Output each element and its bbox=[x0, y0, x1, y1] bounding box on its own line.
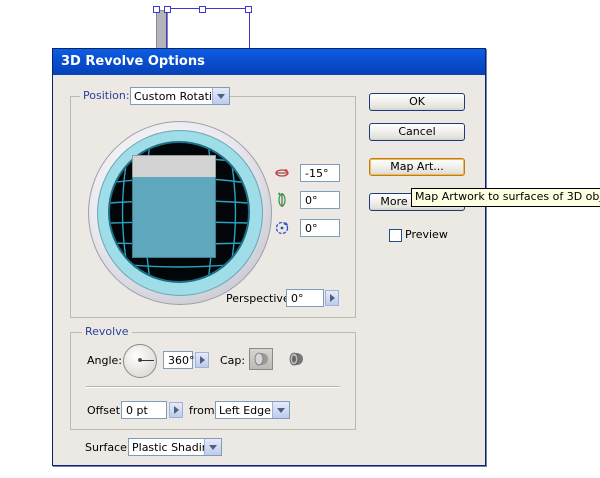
anchor-handle[interactable] bbox=[153, 6, 160, 13]
perspective-value: 0° bbox=[291, 292, 304, 305]
angle-slider-button[interactable] bbox=[195, 352, 209, 368]
perspective-field[interactable]: 0° bbox=[286, 289, 324, 307]
surface-label: Surface: bbox=[85, 441, 131, 454]
cube-top-face[interactable] bbox=[132, 155, 216, 179]
offset-from-value: Left Edge bbox=[219, 404, 271, 417]
cap-label: Cap: bbox=[220, 354, 246, 367]
rotation-x-field[interactable]: -15° bbox=[300, 164, 340, 182]
dialog-title: 3D Revolve Options bbox=[61, 54, 205, 69]
cube-front-face[interactable] bbox=[132, 177, 216, 258]
chevron-down-icon[interactable] bbox=[204, 439, 221, 455]
anchor-handle[interactable] bbox=[164, 6, 171, 13]
offset-label: Offset: bbox=[87, 404, 124, 417]
chevron-down-icon[interactable] bbox=[272, 402, 289, 418]
cancel-button[interactable]: Cancel bbox=[369, 123, 465, 141]
title-bar[interactable]: 3D Revolve Options bbox=[53, 49, 485, 75]
position-label: Position: bbox=[80, 89, 133, 102]
preview-label: Preview bbox=[405, 228, 448, 241]
rotation-z-value: 0° bbox=[305, 222, 318, 235]
offset-slider-button[interactable] bbox=[169, 402, 183, 418]
map-art-tooltip: Map Artwork to surfaces of 3D object bbox=[411, 188, 600, 207]
offset-value: 0 pt bbox=[126, 404, 148, 417]
offset-field[interactable]: 0 pt bbox=[121, 401, 167, 419]
perspective-label: Perspective: bbox=[226, 292, 294, 305]
angle-value: 360° bbox=[168, 354, 195, 367]
cap-on-icon bbox=[254, 352, 268, 366]
revolve-separator bbox=[86, 386, 340, 388]
angle-label: Angle: bbox=[87, 354, 123, 367]
rotate-z-axis-icon bbox=[275, 221, 289, 235]
map-art-button[interactable]: Map Art... bbox=[369, 158, 465, 176]
chevron-down-icon[interactable] bbox=[212, 88, 229, 104]
from-label: from bbox=[189, 404, 215, 417]
cap-on-button[interactable] bbox=[249, 348, 273, 370]
anchor-handle[interactable] bbox=[245, 6, 252, 13]
ok-button[interactable]: OK bbox=[369, 93, 465, 111]
cap-off-icon[interactable] bbox=[286, 349, 306, 369]
rotate-x-axis-icon bbox=[275, 169, 289, 177]
anchor-handle[interactable] bbox=[199, 6, 206, 13]
rotate-y-axis-icon bbox=[278, 192, 286, 207]
preview-checkbox[interactable] bbox=[389, 229, 402, 242]
position-preset-select[interactable]: Custom Rotation bbox=[130, 87, 230, 105]
surface-select[interactable]: Plastic Shading bbox=[128, 438, 222, 456]
angle-field[interactable]: 360° bbox=[163, 351, 195, 369]
revolve-group-label: Revolve bbox=[82, 325, 132, 338]
rotation-x-value: -15° bbox=[305, 167, 329, 180]
angle-dial-icon[interactable] bbox=[123, 344, 157, 378]
perspective-slider-button[interactable] bbox=[325, 290, 339, 306]
rotation-z-field[interactable]: 0° bbox=[300, 219, 340, 237]
rotation-y-value: 0° bbox=[305, 194, 318, 207]
rotation-y-field[interactable]: 0° bbox=[300, 191, 340, 209]
offset-from-select[interactable]: Left Edge bbox=[215, 401, 290, 419]
artwork-path-outline bbox=[166, 8, 250, 51]
